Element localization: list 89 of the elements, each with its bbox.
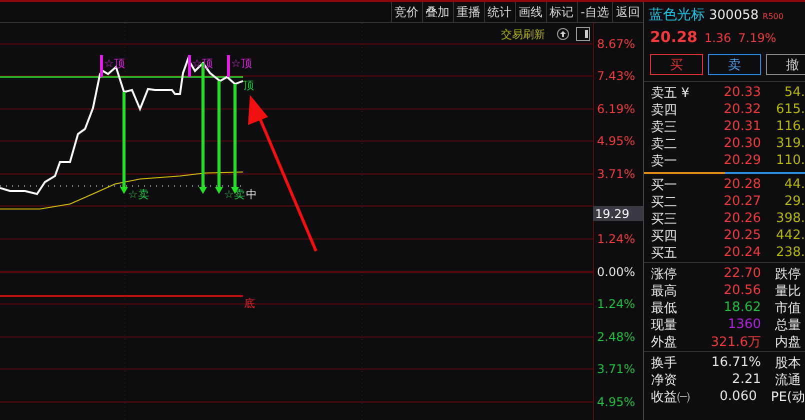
order-price: 20.29 [722, 153, 761, 168]
stat-label: 市值 [774, 300, 801, 316]
stat-value: 18.62 [722, 300, 761, 315]
trade-button[interactable]: 卖 [708, 54, 761, 75]
order-price: 20.25 [722, 228, 761, 243]
order-level: 卖四 [650, 102, 678, 118]
order-level: 卖一 [650, 152, 678, 170]
order-price: 20.24 [722, 245, 761, 260]
axis-label: 1.24% [597, 297, 636, 311]
stat-label: 外盘 [650, 334, 678, 350]
signal-label: ☆卖 [128, 188, 149, 201]
order-level: 买五 [650, 244, 678, 262]
stat-value: 2.21 [731, 372, 761, 387]
top-flag [188, 55, 191, 77]
order-volume: 442. [775, 228, 805, 243]
signal-label: 底 [244, 297, 255, 310]
order-price: 20.26 [722, 211, 761, 226]
top-flag [227, 55, 230, 77]
price-tag: 19.29 [593, 206, 643, 221]
scroll-up-icon[interactable] [557, 28, 569, 40]
axis-label: 1.24% [597, 232, 636, 246]
order-price: 20.32 [722, 102, 761, 117]
order-level: 卖二 [650, 136, 678, 152]
signal-label: ☆卖 [224, 188, 245, 201]
stat-label: 净资 [650, 372, 678, 388]
order-level: 买二 [650, 194, 678, 210]
order-level: 卖五 ¥ [650, 84, 690, 102]
order-price: 20.30 [722, 136, 761, 151]
order-volume: 44. [783, 177, 805, 192]
stat-label: 跌停 [774, 266, 801, 282]
price-change: 1.36 [704, 31, 732, 45]
last-price: 20.28 [650, 28, 698, 46]
order-price: 20.33 [722, 85, 761, 100]
order-price: 20.27 [722, 194, 761, 209]
order-level: 买四 [650, 228, 678, 244]
order-volume: 54. [783, 85, 805, 100]
stat-label: 现量 [650, 316, 678, 334]
stat-value: 16.71% [710, 355, 761, 370]
stat-value: 22.70 [722, 266, 761, 281]
stat-label: 涨停 [650, 266, 678, 282]
board-label: R500 [762, 12, 784, 21]
axis-label: 2.48% [597, 330, 636, 344]
stat-value: 20.56 [722, 283, 761, 298]
order-volume: 110. [775, 153, 805, 168]
stock-name: 蓝色光标 [649, 6, 705, 24]
top-flag [100, 55, 103, 77]
order-level: 买一 [650, 176, 678, 194]
axis-label: 3.71% [597, 362, 636, 376]
stat-value: 0.060 [718, 389, 757, 404]
trade-button[interactable]: 撤 [766, 54, 805, 75]
order-volume: 615. [775, 102, 805, 117]
stat-label: 内盘 [774, 334, 801, 350]
stat-label: 总量 [774, 316, 801, 334]
axis-label: 6.19% [597, 102, 636, 116]
trade-button[interactable]: 买 [650, 54, 703, 75]
stat-label: 最高 [650, 282, 678, 300]
percent-change: 7.19% [738, 31, 776, 45]
order-price: 20.28 [722, 177, 761, 192]
order-level: 卖三 [650, 118, 678, 136]
signal-label: ☆顶 [104, 57, 125, 70]
panel-toggle-icon[interactable] [576, 27, 590, 41]
toolbar-button[interactable]: -自选 [576, 2, 612, 22]
stat-label: 换手 [650, 354, 678, 372]
stat-label: 收益㈠ [650, 388, 691, 406]
refresh-label[interactable]: 交易刷新 [501, 28, 545, 41]
order-price: 20.31 [722, 119, 761, 134]
axis-label: 4.95% [597, 395, 636, 409]
axis-label: 3.71% [597, 167, 636, 181]
order-volume: 398. [775, 211, 805, 226]
signal-label: ☆顶 [231, 57, 252, 70]
axis-label: 7.43% [597, 69, 636, 83]
stat-label: 量比 [774, 282, 801, 300]
axis-label: 4.95% [597, 134, 636, 148]
signal-label: 顶 [243, 79, 254, 92]
signal-label: 中 [246, 188, 257, 201]
stat-value: 1360 [726, 317, 761, 332]
stat-label: 最低 [650, 300, 678, 316]
axis-label: 0.00% [597, 265, 636, 279]
stat-value: 321.6万 [710, 334, 761, 350]
order-volume: 116. [775, 119, 805, 134]
stock-code: 300058 [709, 8, 759, 23]
order-level: 买三 [650, 210, 678, 228]
stat-label: PE(动 [770, 388, 805, 406]
axis-label: 8.67% [597, 37, 636, 51]
order-volume: 319. [775, 136, 805, 151]
stat-label: 流通 [774, 372, 801, 388]
order-volume: 238. [775, 245, 805, 260]
order-volume: 29. [783, 194, 805, 209]
stat-label: 股本 [774, 354, 801, 372]
